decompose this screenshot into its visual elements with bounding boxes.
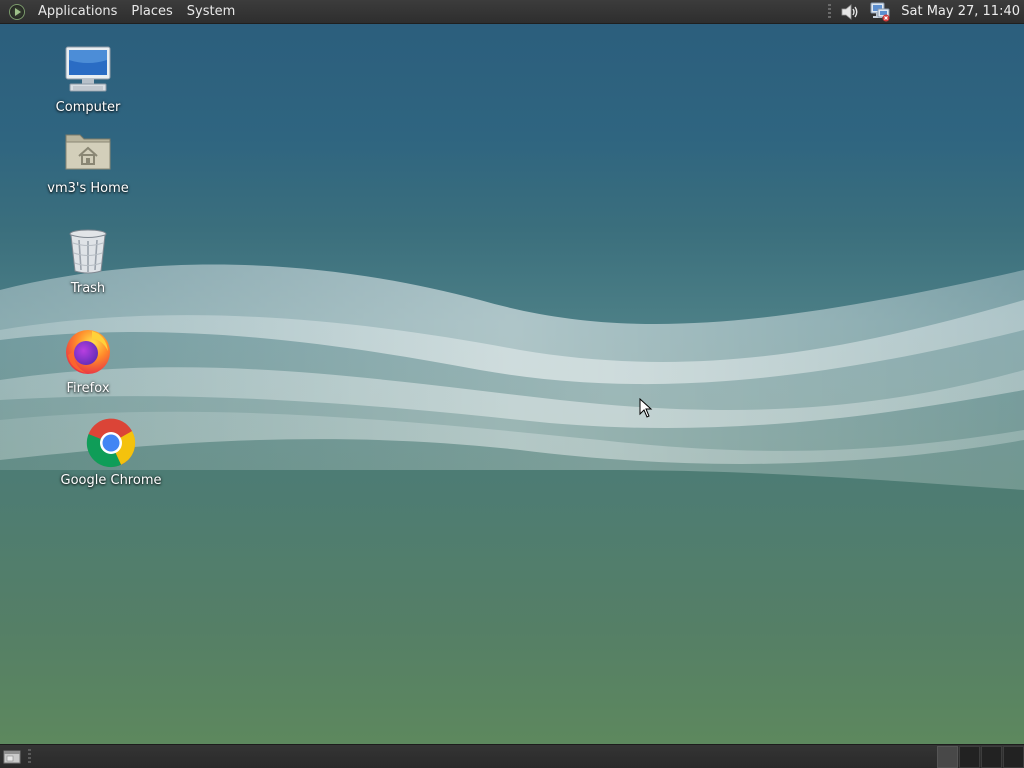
home-folder-icon [65,134,111,170]
desktop-icon-label: vm3's Home [47,181,129,196]
desktop-icon-home[interactable]: vm3's Home [33,125,143,196]
volume-icon[interactable] [839,1,861,23]
workspace-1[interactable] [937,745,958,768]
network-icon[interactable] [869,1,891,23]
bottom-panel [0,744,1024,768]
desktop-wallpaper[interactable] [0,0,1024,768]
workspace-2[interactable] [959,745,980,768]
desktop-icon-label: Computer [55,100,121,115]
desktop-icon-label: Trash [70,281,106,296]
panel-grip[interactable] [828,3,832,20]
workspace-switcher [936,745,1024,768]
computer-icon [65,46,111,92]
desktop-icon-google-chrome[interactable]: Google Chrome [56,417,166,488]
desktop-icon-firefox[interactable]: Firefox [33,325,143,396]
system-menu[interactable]: System [180,0,242,24]
workspace-3[interactable] [981,745,1002,768]
show-desktop-button[interactable] [2,748,22,766]
panel-grip[interactable] [28,748,31,765]
desktop-icon-computer[interactable]: Computer [33,44,143,115]
places-menu[interactable]: Places [124,0,179,24]
clock[interactable]: Sat May 27, 11:40 [899,4,1024,19]
top-panel: Applications Places System Sat May 27, 1… [0,0,1024,24]
applications-menu[interactable]: Applications [31,0,124,24]
show-desktop-icon [3,750,21,763]
trash-icon [69,229,107,274]
firefox-icon [66,330,110,374]
desktop-icon-trash[interactable]: Trash [33,225,143,296]
mouse-pointer-icon [639,398,653,418]
workspace-4[interactable] [1003,745,1024,768]
menu-logo-icon[interactable] [9,3,25,20]
chrome-icon [86,418,136,468]
desktop-icon-label: Firefox [66,381,110,396]
notification-area: Sat May 27, 11:40 [828,0,1024,24]
desktop-icon-label: Google Chrome [60,473,162,488]
